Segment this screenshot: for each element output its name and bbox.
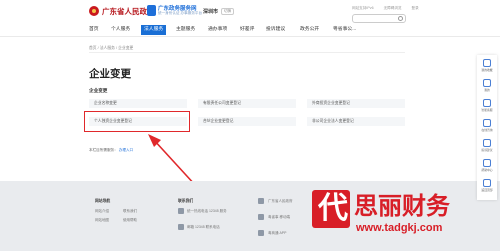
note-prefix: 本栏目所需服务： (89, 148, 118, 152)
top-header: 广东省人民政府 广东政务服务网 统一身份认证 办事服务平台 深圳市 切换 网站支… (0, 0, 500, 23)
star-icon (483, 59, 491, 67)
section-title: 企业变更 (89, 88, 108, 93)
footer-site-link[interactable]: 粤省事 移动端 (268, 215, 290, 220)
nav-item-home[interactable]: 首页 (89, 26, 99, 34)
mobile-app-icon (258, 214, 264, 220)
edit-icon (483, 139, 491, 147)
location-icon (178, 208, 184, 214)
float-label: 我的 (484, 88, 490, 92)
gov-site-icon (258, 198, 264, 204)
service-subtitle: 统一身份认证 办事服务平台 (158, 11, 203, 15)
top-link-accessibility[interactable]: 无障碍浏览 (384, 6, 402, 10)
float-label: 返回顶部 (481, 188, 493, 192)
watermark-brand: 思丽财务 (354, 193, 450, 220)
note-link[interactable]: 办理入口 (119, 148, 133, 152)
service-logo-icon (147, 5, 156, 16)
service-item-foreign-change[interactable]: 外商投资企业变更登记 (307, 99, 405, 108)
service-item-partnership-change[interactable]: 合伙企业变更登记 (198, 117, 296, 126)
service-item-non-company-change[interactable]: 非公司企业法人变更登记 (307, 117, 405, 126)
city-name: 深圳市 (203, 9, 219, 15)
float-item-complaint[interactable]: 投诉建议 (477, 139, 497, 152)
float-label: 智能客服 (481, 108, 493, 112)
watermark-url: www.tadgkj.com (356, 222, 443, 234)
footer-link[interactable]: 网站地图 (95, 218, 109, 223)
search-input[interactable] (352, 14, 406, 23)
float-label: 我的收藏 (481, 68, 493, 72)
float-item-favorites[interactable]: 我的收藏 (477, 59, 497, 72)
top-links: 网站支持IPv6 无障碍浏览 登录 (352, 6, 428, 11)
footer-contact-line: 邮箱 12345 联系电话 (187, 225, 220, 229)
float-item-assistant[interactable]: 智能客服 (477, 99, 497, 112)
float-label: 投诉建议 (481, 148, 493, 152)
footer-contact-line: 统一热线电话 12345 服务 (187, 209, 227, 213)
arrow-up-icon (483, 179, 491, 187)
float-label: 在线咨询 (481, 128, 493, 132)
top-link-login[interactable]: 登录 (412, 6, 419, 10)
footer-site-link[interactable]: 粤商通 APP (268, 231, 286, 236)
float-item-consult[interactable]: 在线咨询 (477, 119, 497, 132)
national-emblem-icon (89, 6, 99, 16)
float-label: 帮助中心 (481, 168, 493, 172)
user-icon (483, 79, 491, 87)
footer-link[interactable]: 使用帮助 (123, 218, 137, 223)
main-nav: 首页 个人服务 法人服务 主题服务 通办事项 好差评 投诉建议 政务公开 粤省事… (0, 24, 500, 37)
nav-item-topics[interactable]: 主题服务 (176, 26, 195, 34)
top-link-ipv6[interactable]: 网站支持IPv6 (352, 6, 374, 10)
chat-icon (483, 119, 491, 127)
search-icon[interactable] (398, 16, 403, 21)
nav-item-complaint[interactable]: 投诉建议 (266, 26, 285, 34)
footer-nav-title: 网站导航 (95, 199, 111, 203)
note-text: 本栏目所需服务： 办理入口 (89, 148, 133, 153)
page-title: 企业变更 (89, 68, 131, 80)
watermark-logo: 代 (312, 190, 350, 228)
app-icon (258, 230, 264, 236)
nav-item-rating[interactable]: 好差评 (240, 26, 254, 34)
phone-icon (178, 224, 184, 230)
float-item-top[interactable]: 返回顶部 (477, 179, 497, 192)
nav-item-yueshengshi[interactable]: 粤省事公... (333, 26, 356, 34)
service-item-name-change[interactable]: 企业名称变更 (89, 99, 187, 108)
highlight-box (84, 111, 190, 132)
nav-item-disclosure[interactable]: 政务公开 (300, 26, 319, 34)
nav-item-corporate[interactable]: 法人服务 (141, 25, 167, 35)
nav-item-common[interactable]: 通办事项 (208, 26, 227, 34)
footer-contact-title: 联系我们 (178, 199, 194, 203)
float-item-mine[interactable]: 我的 (477, 79, 497, 92)
float-item-help[interactable]: 帮助中心 (477, 159, 497, 172)
footer-link[interactable]: 联系我们 (123, 209, 137, 214)
arrow-head (148, 134, 161, 147)
divider (89, 52, 405, 53)
right-float-toolbar: 我的收藏 我的 智能客服 在线咨询 投诉建议 帮助中心 返回顶部 (477, 55, 497, 200)
footer-site-link[interactable]: 广东省人民政府 (268, 199, 293, 204)
footer-link[interactable]: 网站介绍 (95, 209, 109, 214)
watermark-glyph: 代 (318, 192, 348, 225)
service-item-llc-change[interactable]: 有限责任公司变更登记 (198, 99, 296, 108)
nav-item-personal[interactable]: 个人服务 (111, 26, 130, 34)
city-switch-button[interactable]: 切换 (221, 8, 235, 15)
robot-icon (483, 99, 491, 107)
help-icon (483, 159, 491, 167)
breadcrumb[interactable]: 首页 / 法人服务 / 企业变更 (89, 46, 133, 51)
